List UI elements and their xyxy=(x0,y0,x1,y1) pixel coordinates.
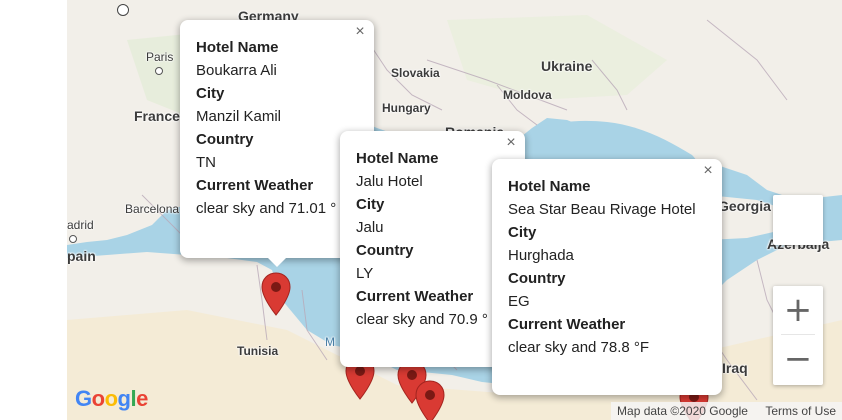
label-spain: pain xyxy=(67,248,96,264)
street-view-pegman-button[interactable] xyxy=(773,195,823,245)
label-france: France xyxy=(134,108,180,124)
map-attribution: Map data ©2020 Google Terms of Use xyxy=(611,402,842,420)
city-value: Manzil Kamil xyxy=(196,108,282,125)
close-icon[interactable]: × xyxy=(503,135,519,151)
hotel-name-value: Sea Star Beau Rivage Hotel xyxy=(508,201,696,218)
country-value: EG xyxy=(508,293,530,310)
city-dot-madrid xyxy=(69,235,77,243)
label-madrid: adrid xyxy=(67,218,94,232)
map-canvas[interactable]: Germany Paris France Slovakia Ukraine Mo… xyxy=(67,0,842,420)
label-georgia: Georgia xyxy=(718,198,771,214)
city-dot xyxy=(117,4,129,16)
label-tunisia: Tunisia xyxy=(237,344,279,358)
weather-label: Current Weather xyxy=(196,177,314,194)
terms-of-use-link[interactable]: Terms of Use xyxy=(765,404,836,418)
city-dot-paris xyxy=(155,67,163,75)
country-value: TN xyxy=(196,154,216,171)
weather-value: clear sky and 70.9 ° xyxy=(356,311,488,328)
hotel-name-label: Hotel Name xyxy=(196,39,279,56)
zoom-out-button[interactable]: − xyxy=(773,335,823,383)
close-icon[interactable]: × xyxy=(700,163,716,179)
hotel-name-value: Jalu Hotel xyxy=(356,173,423,190)
city-value: Jalu xyxy=(356,219,384,236)
weather-value: clear sky and 71.01 ° xyxy=(196,200,337,217)
city-value: Hurghada xyxy=(508,247,574,264)
country-label: Country xyxy=(508,270,566,287)
zoom-control: + − xyxy=(773,286,823,385)
hotel-name-label: Hotel Name xyxy=(508,178,591,195)
info-window-hotel-3: × Hotel Name Sea Star Beau Rivage Hotel … xyxy=(492,159,722,395)
map-data-credit: Map data ©2020 Google xyxy=(617,404,748,418)
country-label: Country xyxy=(356,242,414,259)
hotel-name-label: Hotel Name xyxy=(356,150,439,167)
google-logo[interactable]: Google xyxy=(75,386,148,412)
label-ukraine: Ukraine xyxy=(541,58,593,74)
close-icon[interactable]: × xyxy=(352,24,368,40)
country-label: Country xyxy=(196,131,254,148)
weather-label: Current Weather xyxy=(356,288,474,305)
weather-label: Current Weather xyxy=(508,316,626,333)
city-label: City xyxy=(356,196,385,213)
label-slovakia: Slovakia xyxy=(391,66,440,80)
city-label: City xyxy=(196,85,225,102)
city-label: City xyxy=(508,224,537,241)
zoom-in-button[interactable]: + xyxy=(773,286,823,334)
label-barcelona: Barcelona xyxy=(125,202,180,216)
label-iraq: Iraq xyxy=(722,360,748,376)
map-marker-icon[interactable] xyxy=(415,380,445,420)
label-mediterranean: M xyxy=(325,335,335,349)
label-paris: Paris xyxy=(146,50,174,64)
label-hungary: Hungary xyxy=(382,101,431,115)
hotel-name-value: Boukarra Ali xyxy=(196,62,277,79)
label-moldova: Moldova xyxy=(503,88,552,102)
map-marker-icon[interactable] xyxy=(261,272,291,316)
country-value: LY xyxy=(356,265,374,282)
info-window-tail xyxy=(268,258,286,267)
weather-value: clear sky and 78.8 °F xyxy=(508,339,650,356)
